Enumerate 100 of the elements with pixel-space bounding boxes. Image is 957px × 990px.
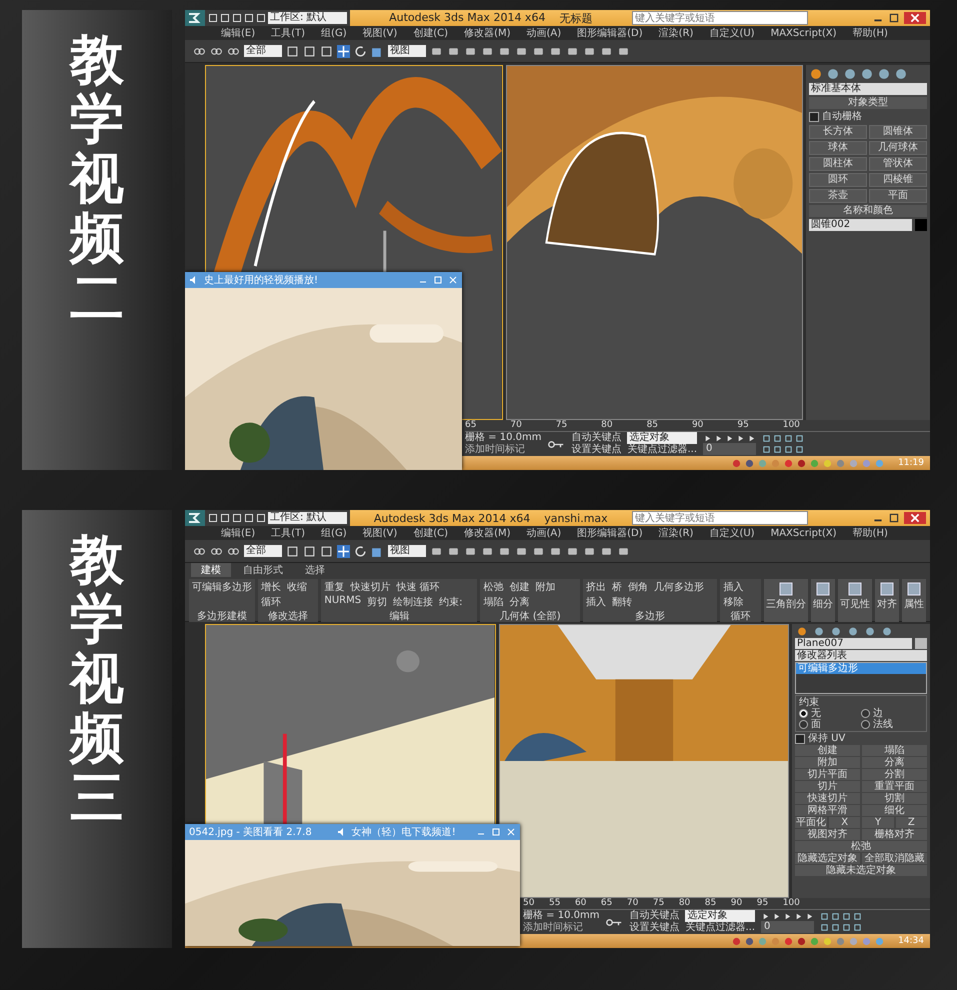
- move-icon[interactable]: [337, 544, 350, 558]
- add-time-tag-button[interactable]: 添加时间标记: [523, 922, 600, 934]
- menu-item[interactable]: MAXScript(X): [770, 528, 837, 538]
- group-label[interactable]: 多边形建模: [192, 609, 252, 623]
- panel-button[interactable]: 视图对齐: [795, 829, 860, 840]
- auto-key-button[interactable]: 自动关键点: [629, 910, 680, 922]
- group-label[interactable]: 编辑: [324, 609, 474, 623]
- ribbon-button[interactable]: 收缩: [287, 580, 307, 594]
- search-field[interactable]: 键入关键字或短语: [632, 11, 808, 25]
- ribbon-button[interactable]: 创建: [509, 580, 530, 594]
- radio-option[interactable]: 无: [799, 708, 861, 719]
- menu-item[interactable]: 编辑(E): [221, 26, 256, 40]
- panel-button[interactable]: 附加: [795, 757, 860, 768]
- selection-filter-dropdown[interactable]: 全部: [244, 45, 282, 57]
- object-button[interactable]: 四棱锥: [869, 173, 927, 187]
- key-icon[interactable]: [605, 918, 624, 926]
- menu-item[interactable]: 视图(V): [362, 526, 398, 540]
- key-filters-button[interactable]: 关键点过滤器...: [627, 444, 698, 456]
- panel-tab-icon[interactable]: [826, 67, 840, 81]
- panel-button[interactable]: 网格平滑: [795, 805, 860, 816]
- radio-option[interactable]: 法线: [861, 719, 923, 730]
- menu-item[interactable]: 工具(T): [271, 526, 306, 540]
- panel-button[interactable]: Y: [862, 817, 894, 828]
- set-key-button[interactable]: 设置关键点: [571, 444, 622, 456]
- panel-tab-icon[interactable]: [880, 626, 894, 637]
- name-field[interactable]: Plane007: [795, 638, 912, 649]
- coordinate-dropdown[interactable]: 视图: [388, 545, 426, 557]
- panel-tab-icon[interactable]: [894, 67, 908, 81]
- menu-item[interactable]: 组(G): [321, 26, 347, 40]
- ribbon-button[interactable]: 三角剖分: [764, 579, 808, 624]
- ribbon-button[interactable]: 分离: [509, 595, 530, 609]
- color-swatch[interactable]: [915, 638, 927, 649]
- select-icon[interactable]: [320, 44, 333, 58]
- radio-button[interactable]: [861, 709, 870, 718]
- ribbon-button[interactable]: 插入: [586, 595, 606, 609]
- panel-button[interactable]: X: [829, 817, 860, 828]
- workspace-dropdown[interactable]: 工作区: 默认: [268, 512, 347, 524]
- ribbon-button[interactable]: 约束:: [439, 595, 462, 609]
- ribbon-button[interactable]: 附加: [535, 580, 556, 594]
- coordinate-dropdown[interactable]: 视图: [388, 45, 426, 57]
- panel-button[interactable]: 快速切片: [795, 793, 860, 804]
- checkbox-box[interactable]: [809, 112, 819, 122]
- group-label[interactable]: 几何体 (全部): [483, 609, 577, 623]
- stack-item[interactable]: 可编辑多边形: [796, 663, 926, 674]
- ribbon-button[interactable]: NURMS: [324, 595, 362, 609]
- ribbon-button[interactable]: 剪切: [367, 595, 388, 609]
- ribbon-button[interactable]: 几何多边形: [654, 580, 704, 594]
- menu-item[interactable]: 自定义(U): [709, 26, 755, 40]
- ribbon-button[interactable]: 重复: [324, 580, 344, 594]
- checkbox[interactable]: 自动栅格: [809, 111, 927, 123]
- panel-tab-icon[interactable]: [860, 67, 874, 81]
- object-button[interactable]: 茶壶: [809, 189, 867, 203]
- ribbon-tab[interactable]: 建模: [191, 563, 231, 577]
- radio-button[interactable]: [799, 720, 808, 729]
- select-icon[interactable]: [286, 544, 299, 558]
- panel-button[interactable]: 切片平面: [795, 769, 860, 780]
- ribbon-button[interactable]: 细分: [811, 579, 835, 624]
- object-button[interactable]: 圆环: [809, 173, 867, 187]
- panel-button[interactable]: 重置平面: [862, 781, 927, 792]
- panel-button[interactable]: 分离: [862, 757, 927, 768]
- menu-item[interactable]: 自定义(U): [709, 526, 755, 540]
- ribbon-button[interactable]: 快速切片: [350, 580, 390, 594]
- set-key-button[interactable]: 设置关键点: [629, 922, 680, 934]
- checkbox-box[interactable]: [795, 734, 805, 744]
- frame-field[interactable]: 0: [761, 920, 814, 932]
- ribbon-button[interactable]: 属性: [902, 579, 926, 624]
- menu-item[interactable]: 渲染(R): [658, 526, 694, 540]
- group-label[interactable]: 修改选择: [261, 609, 316, 623]
- rotate-icon[interactable]: [354, 544, 367, 558]
- color-swatch[interactable]: [915, 219, 927, 231]
- menu-item[interactable]: 图形编辑器(D): [577, 526, 643, 540]
- maximize-icon[interactable]: [888, 12, 900, 24]
- panel-button[interactable]: 分割: [862, 769, 927, 780]
- rollout-header[interactable]: 对象类型: [809, 97, 927, 109]
- panel-button[interactable]: 隐藏选定对象: [795, 853, 860, 864]
- ribbon-button[interactable]: 可见性: [838, 579, 872, 624]
- ribbon-button[interactable]: 桥: [612, 580, 622, 594]
- menu-item[interactable]: 帮助(H): [852, 526, 888, 540]
- select-icon[interactable]: [286, 44, 299, 58]
- select-icon[interactable]: [303, 544, 316, 558]
- name-field[interactable]: 圆锥002: [809, 219, 912, 231]
- category-dropdown[interactable]: 标准基本体: [809, 83, 927, 95]
- ribbon-button[interactable]: 倒角: [628, 580, 648, 594]
- panel-button[interactable]: 细化: [862, 805, 927, 816]
- radio-option[interactable]: 面: [799, 719, 861, 730]
- radio-button[interactable]: [861, 720, 870, 729]
- ribbon-button[interactable]: 插入: [723, 580, 744, 594]
- frame-field[interactable]: 0: [703, 442, 756, 454]
- panel-button[interactable]: 创建: [795, 745, 860, 756]
- menu-item[interactable]: 图形编辑器(D): [577, 26, 643, 40]
- key-mode-dropdown[interactable]: 选定对象: [627, 432, 698, 444]
- ribbon-button[interactable]: 绘制连接: [393, 595, 434, 609]
- object-button[interactable]: 圆柱体: [809, 157, 867, 171]
- close-icon[interactable]: [904, 512, 926, 524]
- panel-button[interactable]: 平面化: [795, 817, 827, 828]
- panel-button[interactable]: Z: [896, 817, 927, 828]
- search-field[interactable]: 键入关键字或短语: [632, 511, 808, 525]
- ribbon-button[interactable]: 翻转: [612, 595, 632, 609]
- panel-button[interactable]: 全部取消隐藏: [862, 853, 927, 864]
- menu-item[interactable]: 动画(A): [526, 26, 562, 40]
